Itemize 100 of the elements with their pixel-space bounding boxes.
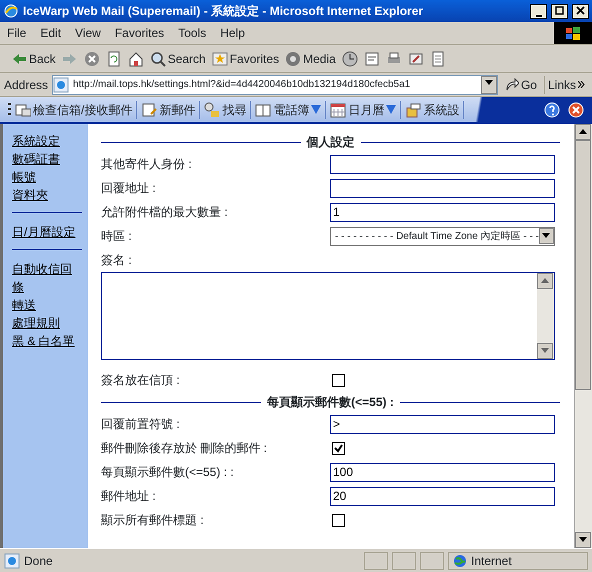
- maximize-icon: [555, 6, 564, 15]
- input-field[interactable]: [330, 178, 555, 198]
- section-heading: 每頁顯示郵件數(<=55) :: [267, 394, 394, 411]
- stop-icon: [84, 50, 100, 66]
- menu-item[interactable]: Tools: [171, 24, 214, 42]
- address-label: Address: [4, 76, 48, 94]
- chevron-icon: [578, 81, 585, 88]
- signature-textarea[interactable]: [101, 272, 555, 360]
- input-field[interactable]: 20: [330, 486, 555, 506]
- mailbox-icon: [15, 102, 31, 118]
- new-mail-icon: [141, 102, 158, 118]
- refresh-icon: [106, 50, 122, 66]
- sidebar-link[interactable]: 自動收信回條: [12, 260, 82, 296]
- close-icon[interactable]: [568, 102, 584, 118]
- menu-item[interactable]: View: [68, 24, 108, 42]
- field-label: 顯示所有郵件標題 :: [101, 512, 205, 529]
- toolbar-button[interactable]: 新郵件: [137, 100, 200, 118]
- status-panel: [392, 552, 416, 570]
- address-field[interactable]: http://mail.tops.hk/settings.html?&id=4d4420046b10db132194d180cfecb5a1: [52, 74, 498, 94]
- sidebar-link[interactable]: 資料夾: [12, 186, 82, 204]
- menu-item[interactable]: Edit: [33, 24, 68, 42]
- sidebar-link[interactable]: 帳號: [12, 168, 82, 186]
- links-button[interactable]: Links: [544, 76, 588, 94]
- section-heading: 個人設定: [306, 134, 354, 151]
- media-button[interactable]: Media: [282, 50, 339, 68]
- go-button[interactable]: Go: [502, 76, 540, 94]
- toolbar-button[interactable]: 日月曆: [326, 100, 402, 118]
- media-icon: [285, 50, 302, 66]
- field-label: 回覆地址 :: [101, 180, 157, 197]
- field-label: 郵件地址 :: [101, 488, 157, 505]
- go-arrow-icon: [504, 78, 519, 92]
- globe-icon: [453, 554, 467, 568]
- checkbox[interactable]: [332, 514, 345, 526]
- scroll-up-icon: [579, 128, 587, 135]
- minimize-button[interactable]: [530, 4, 547, 18]
- menu-item[interactable]: Favorites: [108, 24, 172, 42]
- input-field[interactable]: [330, 154, 555, 174]
- sidebar-link[interactable]: 轉送: [12, 296, 82, 314]
- document-icon: [430, 50, 446, 66]
- zone-text: Internet: [471, 552, 512, 570]
- field-label: 回覆前置符號 :: [101, 416, 181, 433]
- minimize-icon: [536, 14, 542, 17]
- toolbar-button[interactable]: 找尋: [200, 100, 252, 118]
- input-field[interactable]: >: [330, 414, 555, 434]
- sidebar-link[interactable]: 系統設定: [12, 132, 82, 150]
- scroll-down-icon: [579, 536, 587, 543]
- grip-icon: [8, 102, 11, 118]
- favorites-button[interactable]: Favorites: [208, 50, 282, 68]
- ie-page-icon: [53, 76, 70, 92]
- scroll-up-icon: [541, 278, 549, 284]
- search-icon: [150, 50, 166, 66]
- field-label: 簽名放在信頂 :: [101, 372, 181, 389]
- calendar-icon: [330, 102, 346, 118]
- sidebar-link[interactable]: 日/月曆設定: [12, 223, 82, 241]
- status-panel: [420, 552, 444, 570]
- edit-icon: [408, 50, 424, 66]
- toolbar-button[interactable]: 檢查信箱/接收郵件: [11, 100, 138, 118]
- windows-logo-icon: [565, 26, 581, 40]
- menu-item[interactable]: Help: [213, 24, 252, 42]
- input-field[interactable]: 1: [330, 202, 555, 222]
- folder-icon: [405, 102, 422, 118]
- status-text: Done: [24, 552, 54, 570]
- close-icon: [576, 6, 585, 15]
- checkbox[interactable]: [332, 442, 345, 454]
- window-title: IceWarp Web Mail (Superemail) - 系統設定 - Microsoft Internet Explorer: [23, 3, 424, 20]
- field-label: 其他寄件人身份 :: [101, 156, 193, 173]
- toolbar-button[interactable]: 電話簿: [251, 100, 326, 118]
- scroll-down-icon: [541, 348, 549, 354]
- field-label: 時區 :: [101, 228, 133, 245]
- check-icon: [334, 444, 343, 452]
- field-label: 每頁顯示郵件數(<=55) : :: [101, 464, 235, 481]
- dropdown-triangle-icon: [311, 105, 322, 114]
- ie-page-icon: [4, 552, 20, 568]
- back-button[interactable]: Back: [8, 50, 59, 68]
- people-search-icon: [204, 102, 220, 118]
- input-field[interactable]: 100: [330, 462, 555, 482]
- dropdown-triangle-icon: [386, 105, 396, 114]
- book-icon: [255, 102, 272, 118]
- timezone-select[interactable]: - - - - - - - - - - Default Time Zone 內定時區 - - -: [330, 226, 555, 246]
- dropdown-arrow-icon: [542, 232, 550, 239]
- sidebar-link[interactable]: 黑 & 白名單: [12, 332, 82, 350]
- dropdown-arrow-icon: [484, 80, 493, 86]
- home-icon: [128, 50, 144, 66]
- toolbar-button[interactable]: 系統設: [401, 100, 464, 118]
- history-icon: [342, 50, 358, 66]
- close-button[interactable]: [572, 4, 589, 18]
- maximize-button[interactable]: [551, 4, 568, 18]
- ie-icon: [3, 3, 19, 19]
- help-icon[interactable]: [544, 102, 560, 118]
- field-label: 允許附件檔的最大數量 :: [101, 204, 229, 221]
- checkbox[interactable]: [332, 374, 345, 386]
- field-label: 簽名 :: [101, 252, 133, 269]
- status-panel: [364, 552, 388, 570]
- scrollbar[interactable]: [574, 124, 592, 548]
- field-label: 郵件刪除後存放於 刪除的郵件 :: [101, 440, 268, 457]
- sidebar-link[interactable]: 數碼証書: [12, 150, 82, 168]
- sidebar-link[interactable]: 處理規則: [12, 314, 82, 332]
- menu-item[interactable]: File: [0, 24, 34, 42]
- search-button[interactable]: Search: [146, 50, 209, 68]
- mail-icon: [364, 50, 380, 66]
